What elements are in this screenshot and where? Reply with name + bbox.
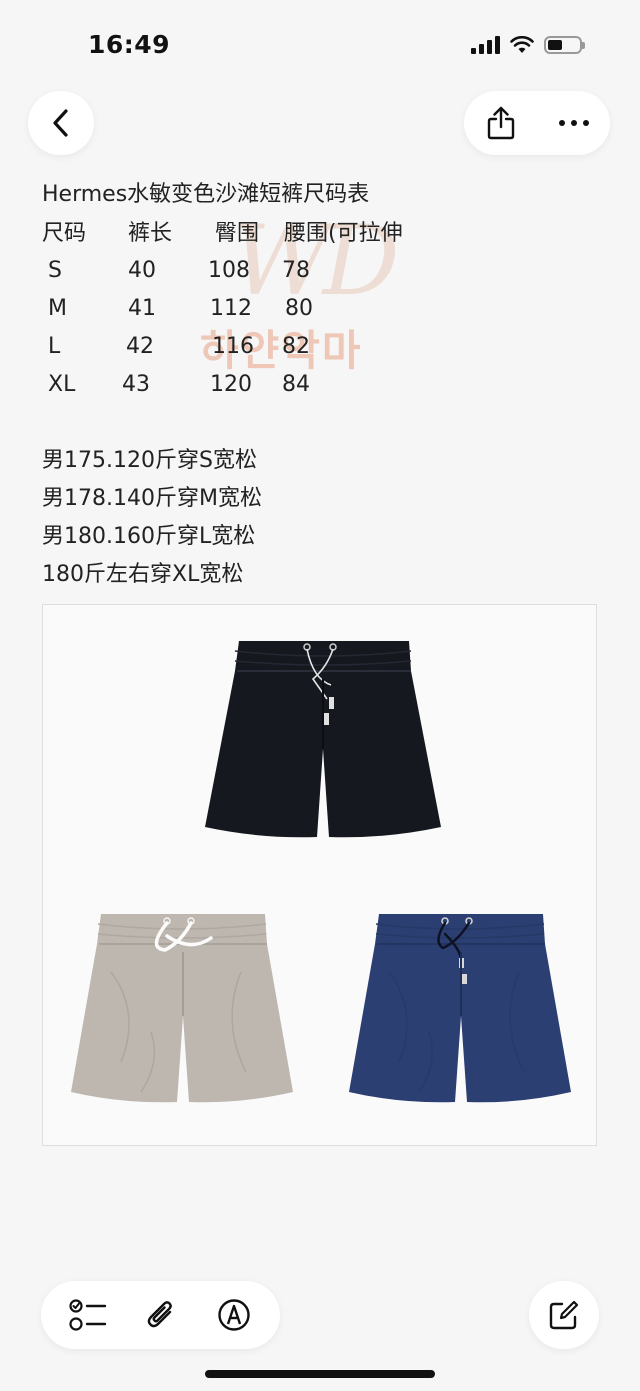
wifi-icon (510, 36, 534, 53)
more-button[interactable] (549, 98, 599, 148)
paperclip-icon (147, 1301, 172, 1328)
header-size: 尺码 (42, 221, 87, 246)
size-recommendation: 180斤左右穿XL宽松 (42, 562, 244, 587)
checklist-icon (68, 1299, 106, 1331)
waist-cell: 78 (282, 258, 310, 283)
size-recommendation: 男178.140斤穿M宽松 (42, 486, 262, 511)
black-shorts-image (205, 641, 441, 838)
product-image[interactable] (42, 604, 597, 1146)
pen-circle-icon (217, 1299, 250, 1331)
status-bar: 16:49 (0, 0, 640, 90)
size-cell: XL (48, 372, 76, 397)
header-length: 裤长 (128, 221, 173, 246)
top-actions (464, 91, 610, 155)
size-row: M 41 112 80 (0, 294, 640, 324)
waist-cell: 82 (282, 334, 310, 359)
waist-cell: 80 (285, 296, 313, 321)
waist-cell: 84 (282, 372, 310, 397)
hip-cell: 108 (208, 258, 250, 283)
hip-cell: 120 (210, 372, 252, 397)
home-indicator[interactable] (205, 1370, 435, 1378)
compose-button[interactable] (529, 1281, 599, 1349)
size-row: S 40 108 78 (0, 256, 640, 286)
attach-button[interactable] (136, 1290, 186, 1340)
hip-cell: 116 (212, 334, 254, 359)
length-cell: 42 (126, 334, 154, 359)
size-cell: L (48, 334, 61, 359)
note-title: Hermes水敏变色沙滩短裤尺码表 (42, 182, 370, 207)
navy-shorts-image (349, 914, 571, 1103)
size-table-header: 尺码 裤长 臀围 腰围(可拉伸 (0, 219, 640, 249)
bottom-toolbar (41, 1281, 280, 1349)
battery-icon (544, 36, 585, 54)
hip-cell: 112 (210, 296, 252, 321)
size-row: XL 43 120 84 (0, 370, 640, 400)
checklist-button[interactable] (63, 1290, 113, 1340)
length-cell: 41 (128, 296, 156, 321)
chevron-left-icon (53, 109, 68, 137)
markup-button[interactable] (209, 1290, 259, 1340)
status-time: 16:49 (88, 30, 171, 59)
size-recommendation: 男180.160斤穿L宽松 (42, 524, 256, 549)
size-recommendation: 男175.120斤穿S宽松 (42, 448, 257, 473)
length-cell: 40 (128, 258, 156, 283)
size-cell: M (48, 296, 67, 321)
size-row: L 42 116 82 (0, 332, 640, 362)
back-button[interactable] (28, 91, 94, 155)
compose-icon (549, 1300, 579, 1330)
cellular-signal-icon (471, 36, 500, 54)
beige-shorts-image (71, 914, 293, 1103)
share-icon (487, 106, 514, 140)
length-cell: 43 (122, 372, 150, 397)
more-icon (558, 120, 589, 126)
header-waist: 腰围(可拉伸 (284, 221, 403, 246)
status-icons (471, 36, 585, 54)
header-hip: 臀围 (215, 221, 260, 246)
share-button[interactable] (476, 98, 526, 148)
size-cell: S (48, 258, 62, 283)
